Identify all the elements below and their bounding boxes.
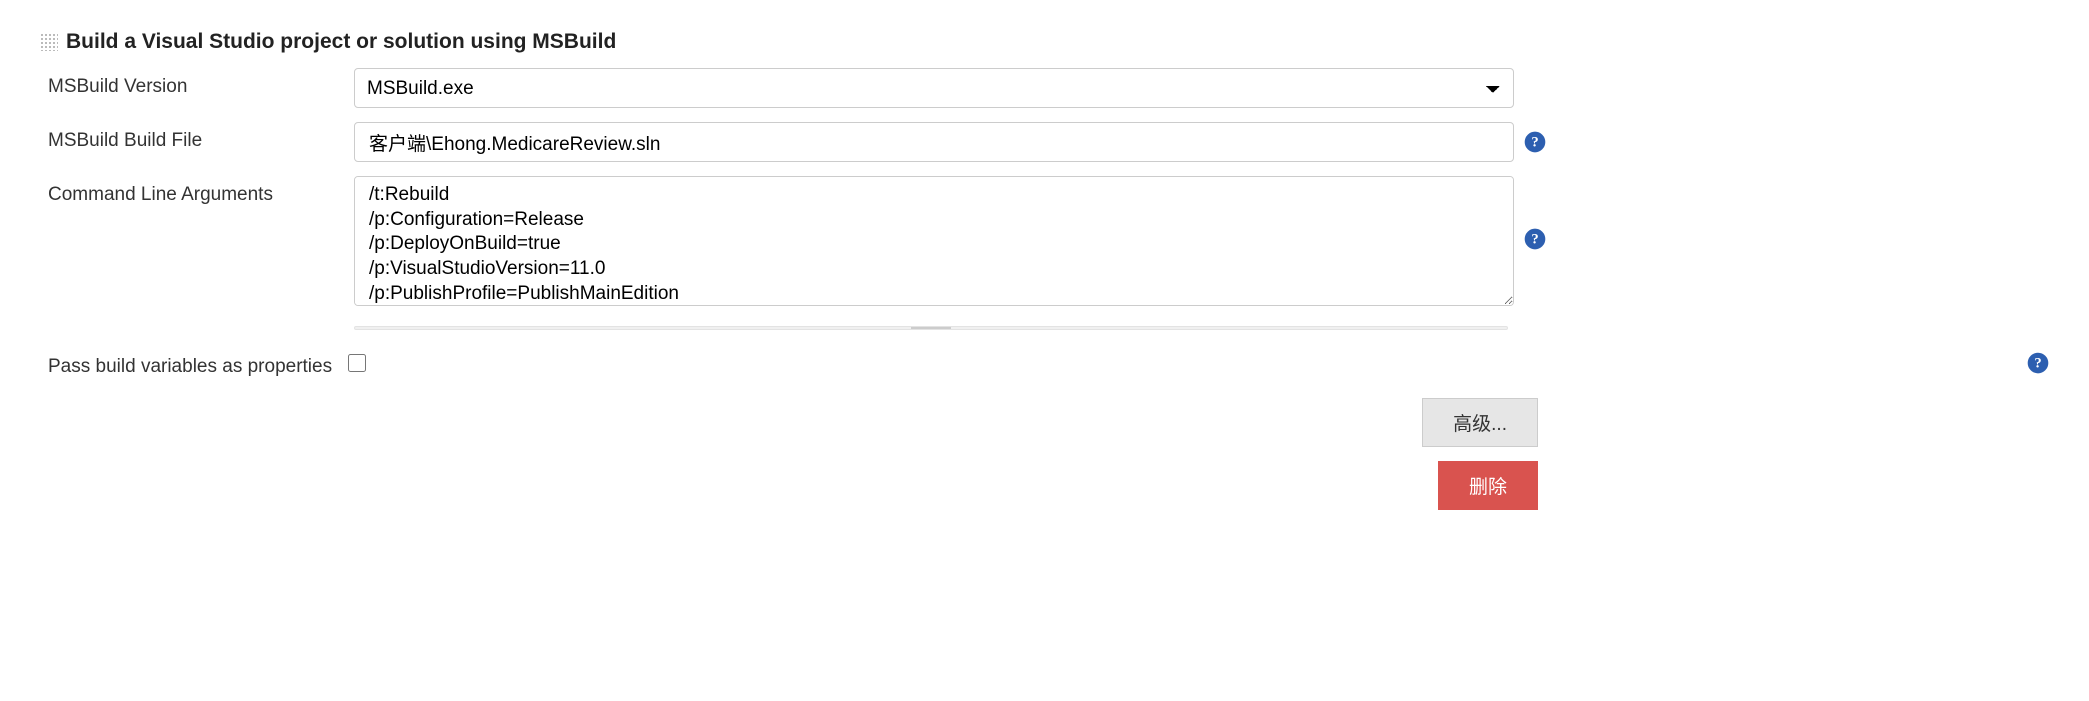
section-header: Build a Visual Studio project or solutio… [40,30,2049,54]
svg-text:?: ? [1531,232,1538,248]
label-build-file: MSBuild Build File [48,122,354,152]
svg-text:?: ? [2034,356,2041,372]
row-cmd-args: Command Line Arguments ? [40,176,2049,312]
button-row-delete: 删除 [40,461,1538,510]
msbuild-version-select[interactable]: MSBuild.exe [354,68,1514,108]
drag-handle-icon[interactable] [40,33,58,51]
cmd-args-textarea[interactable] [354,176,1514,306]
advanced-button[interactable]: 高级... [1422,398,1538,447]
row-pass-vars: Pass build variables as properties ? [40,348,2049,378]
label-pass-vars: Pass build variables as properties [48,348,332,378]
pass-vars-checkbox[interactable] [348,354,366,372]
row-msbuild-version: MSBuild Version MSBuild.exe [40,68,2049,108]
help-icon[interactable]: ? [2027,352,2049,374]
row-build-file: MSBuild Build File ? [40,122,2049,162]
help-icon[interactable]: ? [1524,131,1546,153]
resize-bar[interactable] [354,326,1508,330]
section-title: Build a Visual Studio project or solutio… [66,30,616,54]
svg-text:?: ? [1531,135,1538,151]
label-cmd-args: Command Line Arguments [48,176,354,206]
build-file-input[interactable] [354,122,1514,162]
delete-button[interactable]: 删除 [1438,461,1538,510]
help-icon[interactable]: ? [1524,228,1546,250]
label-msbuild-version: MSBuild Version [48,68,354,98]
button-row-advanced: 高级... [40,398,1538,447]
